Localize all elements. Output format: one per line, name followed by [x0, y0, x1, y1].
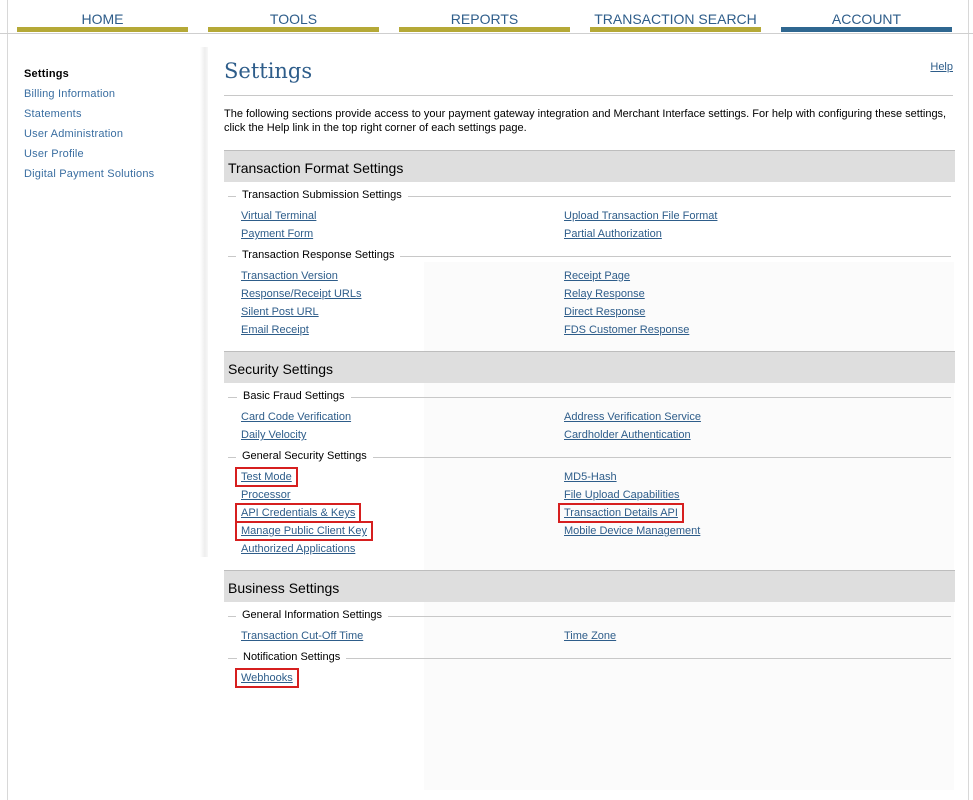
sidebar-item-settings[interactable]: Settings — [24, 64, 204, 84]
link-card-code-verification[interactable]: Card Code Verification — [241, 411, 351, 423]
title-divider — [224, 95, 953, 96]
link-webhooks[interactable]: Webhooks — [235, 668, 299, 688]
sidebar-item-user-administration[interactable]: User Administration — [24, 124, 204, 144]
link-authorized-applications[interactable]: Authorized Applications — [241, 543, 355, 555]
link-virtual-terminal[interactable]: Virtual Terminal — [241, 210, 316, 222]
link-mobile-device-management[interactable]: Mobile Device Management — [564, 525, 700, 537]
group-title-label: Transaction Submission Settings — [236, 189, 408, 201]
sidebar-item-user-profile[interactable]: User Profile — [24, 144, 204, 164]
link-test-mode[interactable]: Test Mode — [235, 467, 298, 487]
link-manage-public-client-key[interactable]: Manage Public Client Key — [235, 521, 373, 541]
link-transaction-version[interactable]: Transaction Version — [241, 270, 338, 282]
nav-tab-tools[interactable]: TOOLS — [208, 0, 379, 32]
nav-tab-account[interactable]: ACCOUNT — [781, 0, 952, 32]
nav-tab-reports[interactable]: REPORTS — [399, 0, 570, 32]
link-fds-customer-response[interactable]: FDS Customer Response — [564, 324, 689, 336]
link-relay-response[interactable]: Relay Response — [564, 288, 645, 300]
group-title-label: Basic Fraud Settings — [237, 390, 351, 402]
sidebar-divider — [200, 47, 208, 557]
link-response-receipt-urls[interactable]: Response/Receipt URLs — [241, 288, 361, 300]
link-processor[interactable]: Processor — [241, 489, 291, 501]
group-title-label: General Security Settings — [236, 450, 373, 462]
link-payment-form[interactable]: Payment Form — [241, 228, 313, 240]
group-title-general-security: General Security Settings — [228, 450, 951, 464]
link-partial-authorization[interactable]: Partial Authorization — [564, 228, 662, 240]
nav-tab-home[interactable]: HOME — [17, 0, 188, 32]
section-header-transaction-format: Transaction Format Settings — [224, 150, 955, 182]
group-title-notification: Notification Settings — [228, 651, 951, 665]
link-transaction-details-api[interactable]: Transaction Details API — [558, 503, 684, 523]
link-upload-transaction-file-format[interactable]: Upload Transaction File Format — [564, 210, 717, 222]
link-transaction-cut-off-time[interactable]: Transaction Cut-Off Time — [241, 630, 363, 642]
intro-text: The following sections provide access to… — [224, 108, 947, 134]
link-address-verification-service[interactable]: Address Verification Service — [564, 411, 701, 423]
link-daily-velocity[interactable]: Daily Velocity — [241, 429, 306, 441]
group-title-transaction-submission: Transaction Submission Settings — [228, 189, 951, 203]
sidebar-item-billing-information[interactable]: Billing Information — [24, 84, 204, 104]
nav-tab-transaction-search[interactable]: TRANSACTION SEARCH — [590, 0, 761, 32]
page-title: Settings — [224, 59, 313, 83]
sidebar: Settings Billing Information Statements … — [24, 64, 204, 184]
link-api-credentials-keys[interactable]: API Credentials & Keys — [234, 503, 362, 523]
group-title-label: Transaction Response Settings — [236, 249, 401, 261]
link-email-receipt[interactable]: Email Receipt — [241, 324, 309, 336]
sidebar-item-digital-payment-solutions[interactable]: Digital Payment Solutions — [24, 164, 204, 184]
section-header-security: Security Settings — [224, 351, 955, 383]
section-header-business: Business Settings — [224, 570, 955, 602]
group-title-transaction-response: Transaction Response Settings — [228, 249, 951, 263]
link-receipt-page[interactable]: Receipt Page — [564, 270, 630, 282]
link-md5-hash[interactable]: MD5-Hash — [564, 471, 617, 483]
help-link[interactable]: Help — [930, 61, 953, 73]
sidebar-item-statements[interactable]: Statements — [24, 104, 204, 124]
group-title-basic-fraud: Basic Fraud Settings — [228, 390, 951, 404]
top-navigation: HOME TOOLS REPORTS TRANSACTION SEARCH AC… — [0, 0, 973, 34]
link-silent-post-url[interactable]: Silent Post URL — [241, 306, 319, 318]
group-title-general-information: General Information Settings — [228, 609, 951, 623]
group-title-label: Notification Settings — [237, 651, 347, 663]
group-title-label: General Information Settings — [236, 609, 389, 621]
link-cardholder-authentication[interactable]: Cardholder Authentication — [564, 429, 691, 441]
link-time-zone[interactable]: Time Zone — [564, 630, 616, 642]
link-file-upload-capabilities[interactable]: File Upload Capabilities — [564, 489, 680, 501]
link-direct-response[interactable]: Direct Response — [564, 306, 645, 318]
